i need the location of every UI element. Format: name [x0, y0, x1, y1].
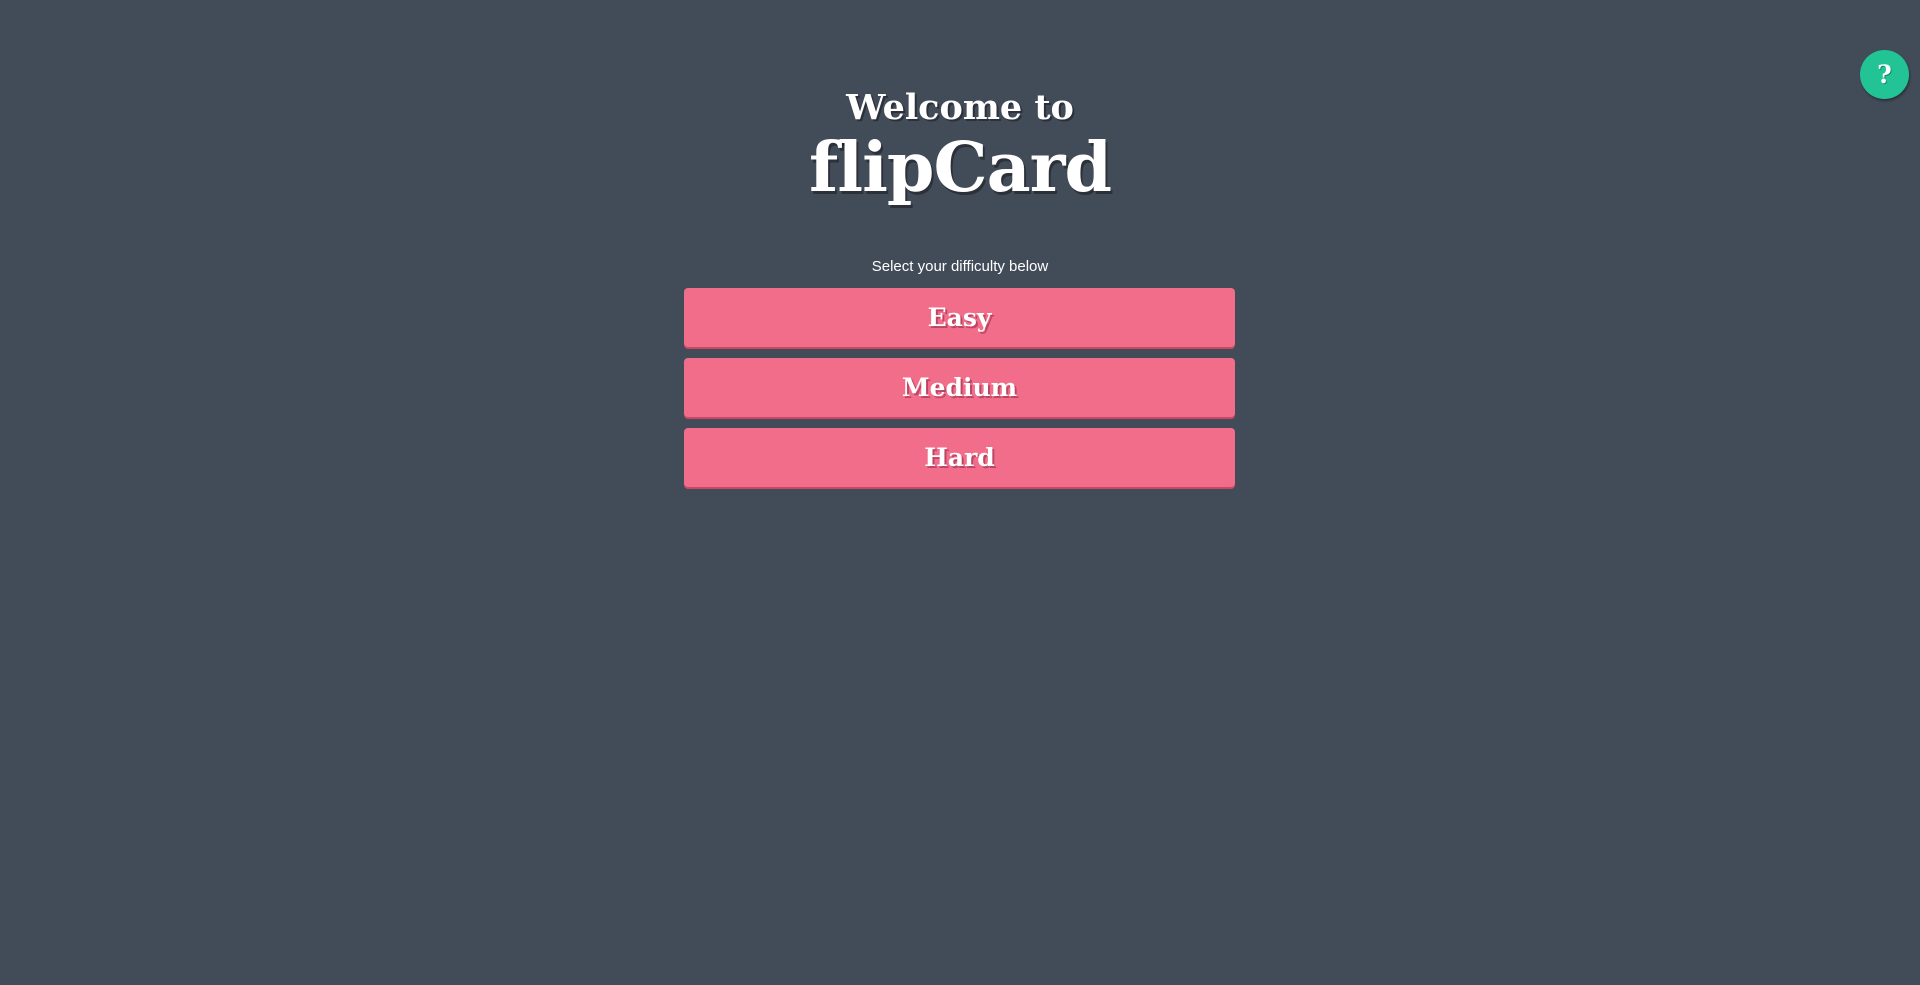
- app-title: flipCard: [808, 128, 1112, 208]
- question-mark-icon: ?: [1877, 60, 1892, 89]
- difficulty-instruction: Select your difficulty below: [871, 258, 1049, 275]
- difficulty-options: Easy Medium Hard: [684, 288, 1235, 498]
- hard-button[interactable]: Hard: [684, 428, 1235, 487]
- welcome-screen: Welcome to flipCard Select your difficul…: [0, 0, 1920, 985]
- help-button[interactable]: ?: [1860, 50, 1909, 99]
- welcome-heading: Welcome to: [846, 87, 1074, 128]
- medium-button[interactable]: Medium: [684, 358, 1235, 417]
- easy-button[interactable]: Easy: [684, 288, 1235, 347]
